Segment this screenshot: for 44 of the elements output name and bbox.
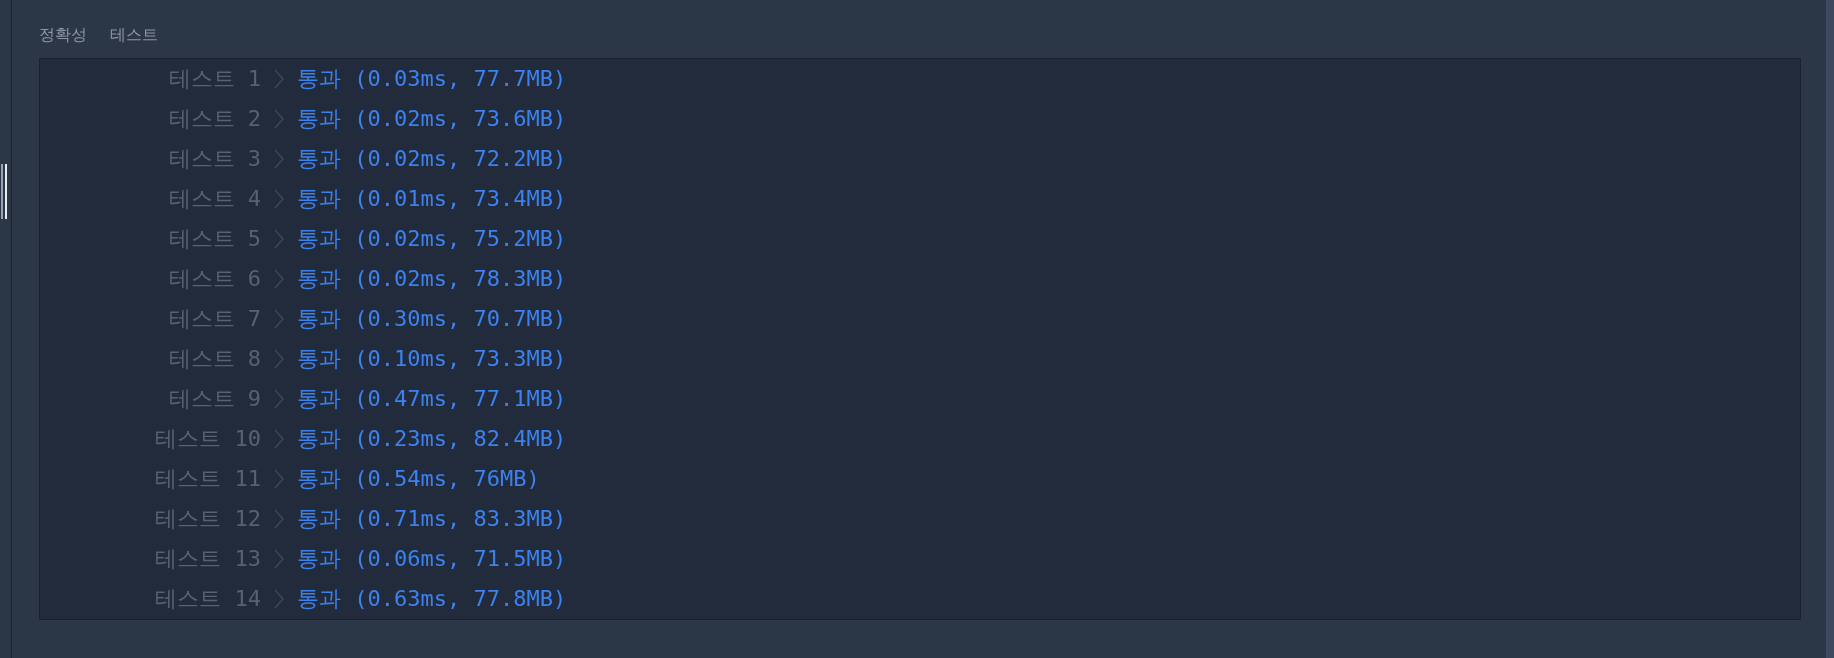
section-title: 정확성 테스트: [39, 24, 159, 46]
test-label: 테스트 14: [155, 586, 261, 612]
chevron-right-icon: [274, 469, 284, 489]
test-result: 통과 (0.54ms, 76MB): [297, 466, 540, 492]
chevron-right-icon: [274, 109, 284, 129]
chevron-right-icon: [274, 189, 284, 209]
chevron-right-icon: [274, 69, 284, 89]
test-label: 테스트 10: [155, 426, 261, 452]
test-label: 테스트 3: [168, 146, 261, 172]
test-result: 통과 (0.02ms, 72.2MB): [297, 146, 567, 172]
test-result: 통과 (0.63ms, 77.8MB): [297, 586, 567, 612]
chevron-right-icon: [274, 349, 284, 369]
test-result: 통과 (0.02ms, 75.2MB): [297, 226, 567, 252]
test-label: 테스트 7: [168, 306, 261, 332]
test-result: 통과 (0.01ms, 73.4MB): [297, 186, 567, 212]
test-label: 테스트 6: [168, 266, 261, 292]
chevron-right-icon: [274, 429, 284, 449]
chevron-right-icon: [274, 269, 284, 289]
test-result: 통과 (0.02ms, 73.6MB): [297, 106, 567, 132]
test-result: 통과 (0.30ms, 70.7MB): [297, 306, 567, 332]
drag-handle-icon[interactable]: [1, 164, 7, 219]
test-label: 테스트 4: [168, 186, 261, 212]
chevron-right-icon: [274, 509, 284, 529]
test-label: 테스트 13: [155, 546, 261, 572]
chevron-right-icon: [274, 149, 284, 169]
chevron-right-icon: [274, 229, 284, 249]
chevron-right-icon: [274, 549, 284, 569]
test-result: 통과 (0.47ms, 77.1MB): [297, 386, 567, 412]
chevron-right-icon: [274, 309, 284, 329]
test-result: 통과 (0.23ms, 82.4MB): [297, 426, 567, 452]
test-result: 통과 (0.02ms, 78.3MB): [297, 266, 567, 292]
test-label: 테스트 8: [168, 346, 261, 372]
test-result: 통과 (0.03ms, 77.7MB): [297, 66, 567, 92]
test-result: 통과 (0.06ms, 71.5MB): [297, 546, 567, 572]
chevron-right-icon: [274, 389, 284, 409]
test-label: 테스트 2: [168, 106, 261, 132]
test-label: 테스트 11: [155, 466, 261, 492]
test-label: 테스트 9: [168, 386, 261, 412]
test-result: 통과 (0.10ms, 73.3MB): [297, 346, 567, 372]
chevron-right-icon: [274, 589, 284, 609]
test-result: 통과 (0.71ms, 83.3MB): [297, 506, 567, 532]
test-label: 테스트 5: [168, 226, 261, 252]
test-label: 테스트 1: [168, 66, 261, 92]
test-label: 테스트 12: [155, 506, 261, 532]
